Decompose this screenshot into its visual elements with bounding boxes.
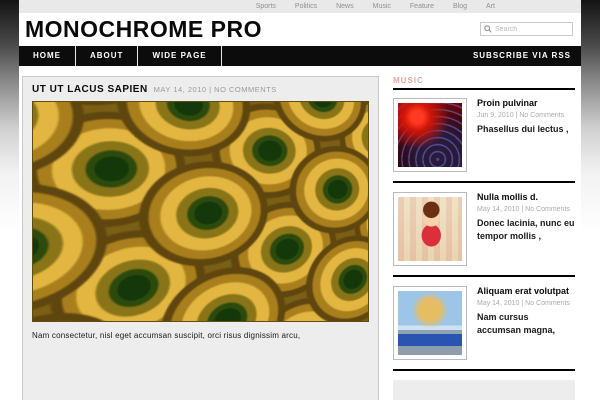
sidebar-placeholder-box	[393, 380, 575, 400]
sidebar-post-comments: No Comments	[525, 300, 570, 307]
sidebar-post-excerpt: Nam cursus accumsan magna,	[477, 312, 556, 336]
sidebar-post-item: Proin pulvinar Jun 9, 2010 | No Comments…	[393, 98, 575, 183]
portrait-photo	[398, 291, 462, 355]
sidebar-post-date: May 14, 2010	[477, 206, 520, 213]
sidebar-post-title-link[interactable]: Aliquam erat volutpat	[477, 286, 575, 296]
sidebar-post-meta: Jun 9, 2010 | No Comments	[477, 112, 569, 119]
post-comments-count: NO COMMENTS	[214, 85, 277, 94]
site-header: MONOCHROME PRO	[19, 13, 581, 46]
content-area: UT UT LACUS SAPIEN MAY 14, 2010 | NO COM…	[19, 66, 581, 400]
sidebar-post-title-link[interactable]: Nulla mollis d.	[477, 192, 575, 202]
search-icon	[484, 25, 492, 33]
sidebar-heading-music: MUSIC	[393, 76, 575, 90]
site-title[interactable]: MONOCHROME PRO	[25, 16, 262, 43]
sidebar-post-excerpt: Donec lacinia, nunc eu tempor mollis ,	[477, 218, 575, 242]
sidebar-post-comments: No Comments	[519, 112, 565, 119]
nav-item-about[interactable]: ABOUT	[76, 46, 139, 66]
sidebar-meta-separator: |	[521, 300, 524, 307]
post-header: UT UT LACUS SAPIEN MAY 14, 2010 | NO COM…	[32, 84, 369, 95]
sidebar-post-meta: May 14, 2010 | No Comments	[477, 206, 575, 213]
sidebar-post-item: Nulla mollis d. May 14, 2010 | No Commen…	[393, 192, 575, 277]
sidebar-post-comments: No Comments	[525, 206, 570, 213]
category-link-politics[interactable]: Politics	[295, 3, 317, 10]
sidebar-thumbnail-link[interactable]	[393, 286, 467, 360]
sidebar-post-date: May 14, 2010	[477, 300, 520, 307]
main-post-panel: UT UT LACUS SAPIEN MAY 14, 2010 | NO COM…	[22, 76, 379, 400]
category-link-art[interactable]: Art	[486, 3, 495, 10]
nav-item-wide-page[interactable]: WIDE PAGE	[138, 46, 222, 66]
sidebar-thumbnail-link[interactable]	[393, 192, 467, 266]
sidebar-post-item: Aliquam erat volutpat May 14, 2010 | No …	[393, 286, 575, 371]
category-menu-bar: Sports Politics News Music Feature Blog …	[19, 0, 581, 13]
sidebar-post-date: Jun 9, 2010	[477, 112, 514, 119]
sidebar-meta-separator: |	[515, 112, 518, 119]
sidebar-meta-separator: |	[521, 206, 524, 213]
turntable-photo	[398, 103, 462, 167]
search-box	[480, 22, 573, 36]
doll-photo	[398, 197, 462, 261]
category-link-feature[interactable]: Feature	[410, 3, 434, 10]
sidebar-item-text: Aliquam erat volutpat May 14, 2010 | No …	[477, 286, 575, 360]
sidebar-post-meta: May 14, 2010 | No Comments	[477, 300, 575, 307]
sidebar-item-text: Nulla mollis d. May 14, 2010 | No Commen…	[477, 192, 575, 266]
sidebar-item-text: Proin pulvinar Jun 9, 2010 | No Comments…	[477, 98, 569, 172]
page: Sports Politics News Music Feature Blog …	[19, 0, 581, 400]
search-input[interactable]	[495, 25, 569, 33]
main-nav: HOME ABOUT WIDE PAGE SUBSCRIBE VIA RSS	[19, 46, 581, 66]
category-link-blog[interactable]: Blog	[453, 3, 467, 10]
post-featured-image	[32, 101, 369, 322]
sidebar: MUSIC Proin pulvinar Jun 9, 2010 | No Co…	[393, 76, 575, 400]
post-meta: MAY 14, 2010 | NO COMMENTS	[154, 85, 277, 94]
sidebar-thumbnail-link[interactable]	[393, 98, 467, 172]
category-link-news[interactable]: News	[336, 3, 354, 10]
category-link-music[interactable]: Music	[373, 3, 391, 10]
post-excerpt: Nam consectetur, nisl eget accumsan susc…	[32, 331, 301, 340]
post-title-link[interactable]: UT UT LACUS SAPIEN	[32, 84, 148, 95]
subscribe-rss-link[interactable]: SUBSCRIBE VIA RSS	[459, 46, 581, 66]
image-light-overlay	[33, 102, 368, 321]
category-link-sports[interactable]: Sports	[256, 3, 276, 10]
nav-item-home[interactable]: HOME	[19, 46, 76, 66]
post-date: MAY 14, 2010	[153, 85, 207, 94]
post-meta-separator: |	[209, 85, 212, 94]
sidebar-post-excerpt: Phasellus dui lectus ,	[477, 124, 569, 134]
sidebar-post-title-link[interactable]: Proin pulvinar	[477, 98, 569, 108]
